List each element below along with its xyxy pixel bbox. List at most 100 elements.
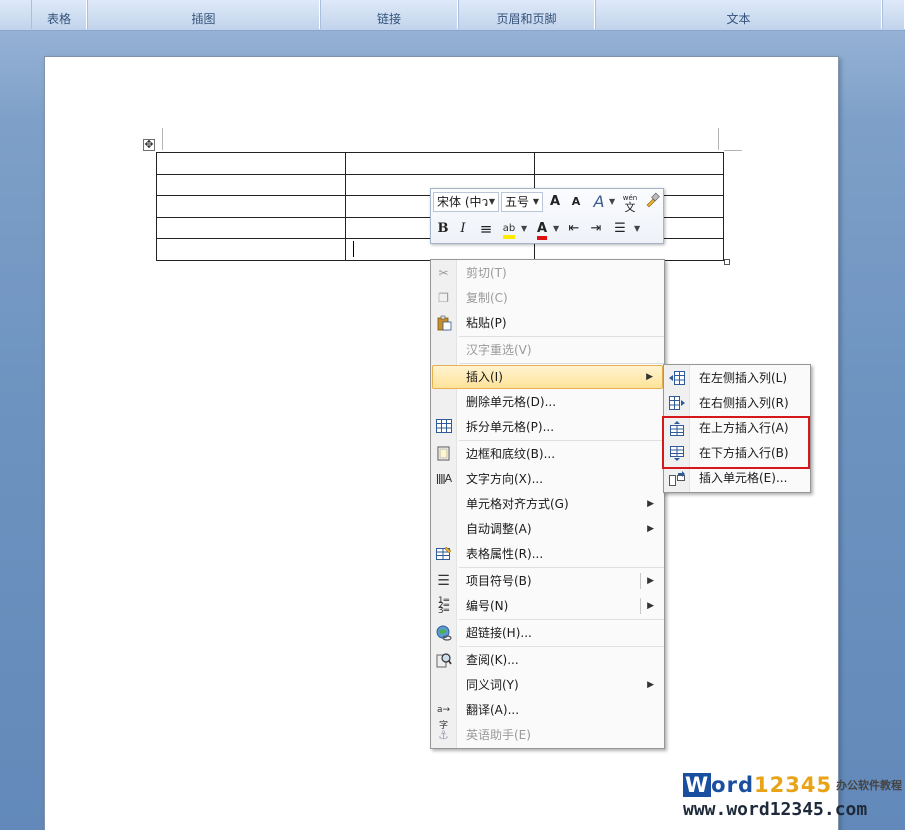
chevron-down-icon[interactable]: ▼ [521,219,527,239]
menu-item-label: 超链接(H)... [466,626,532,640]
menu-item-research[interactable]: 查阅(K)... [432,648,663,672]
italic-button[interactable]: I [455,219,471,239]
table-cell[interactable] [156,238,346,261]
format-painter-button[interactable] [643,192,661,212]
menu-item-label: 删除单元格(D)... [466,395,557,409]
menu-item-autofit[interactable]: 自动调整(A) ▶ [432,517,663,541]
submenu-arrow-icon: ▶ [646,372,653,382]
watermark-logo: Word12345 办公软件教程 [683,773,902,799]
brush-icon [646,192,660,208]
font-name-value: 宋体 (中ว [437,195,489,209]
menu-item-cut[interactable]: ✂ 剪切(T) [432,261,663,285]
submenu-item-insert-column-right[interactable]: 在右侧插入列(R) [665,391,809,416]
submenu-item-insert-cells[interactable]: 插入单元格(E)... [665,466,809,491]
submenu-item-label: 在右侧插入列(R) [699,396,789,410]
table-cell[interactable] [156,195,346,218]
ribbon-group-bar: 表格 插图 链接 页眉和页脚 文本 [0,0,905,31]
menu-item-delete-cells[interactable]: 删除单元格(D)... [432,390,663,414]
chevron-down-icon[interactable]: ▼ [609,192,615,212]
table-move-handle-icon[interactable]: ✥ [143,139,155,151]
table-resize-handle[interactable] [724,259,730,265]
table-cell[interactable] [156,152,346,175]
table-properties-icon [435,546,452,562]
menu-item-cell-alignment[interactable]: 单元格对齐方式(G) ▶ [432,492,663,516]
submenu-arrow-icon[interactable]: ▶ [647,569,654,593]
highlight-icon: ab [502,223,516,239]
menu-item-reconversion[interactable]: 汉字重选(V) [432,338,663,362]
split-cells-icon [435,419,452,435]
split-button-divider [640,598,641,614]
hyperlink-icon [435,625,452,641]
ribbon-group-tables[interactable]: 表格 [31,0,87,29]
menu-item-table-properties[interactable]: 表格属性(R)... [432,542,663,566]
bullets-icon: ☰ [437,573,450,589]
bold-button[interactable]: B [435,219,451,239]
translate-icon: a→字 [436,705,451,731]
submenu-arrow-icon: ▶ [647,499,654,509]
phonetic-guide-icon: wén 文 [623,194,637,214]
menu-item-split-cells[interactable]: 拆分单元格(P)... [432,415,663,439]
menu-item-label: 单元格对齐方式(G) [466,497,569,511]
font-name-combo[interactable]: 宋体 (中ว ▼ [433,192,499,212]
insert-column-right-icon [669,396,685,411]
highlight-annotation-box [662,416,810,469]
submenu-arrow-icon: ▶ [647,524,654,534]
menu-item-text-direction[interactable]: ǁǁA 文字方向(X)... [432,467,663,491]
highlight-button[interactable]: ab [499,219,519,239]
menu-separator [459,646,664,647]
english-assistant-icon: ⚓ [438,728,449,742]
menu-item-borders-shading[interactable]: 边框和底纹(B)... [432,442,663,466]
margin-corner-mark [724,150,742,151]
split-button-divider [640,573,641,589]
menu-item-label: 表格属性(R)... [466,547,544,561]
menu-item-label: 拆分单元格(P)... [466,420,555,434]
menu-item-copy[interactable]: ❐ 复制(C) [432,286,663,310]
menu-item-hyperlink[interactable]: 超链接(H)... [432,621,663,645]
mini-toolbar: 宋体 (中ว ▼ 五号 ▼ A A A ▼ wén 文 B I ≡ ab ▼ A… [430,188,664,244]
increase-indent-button[interactable]: ⇥ [587,219,605,239]
paste-icon [435,315,452,331]
menu-item-paste[interactable]: 粘贴(P) [432,311,663,335]
menu-item-english-assistant[interactable]: ⚓ 英语助手(E) [432,723,663,747]
shrink-font-button[interactable]: A [567,192,585,212]
chevron-down-icon[interactable]: ▼ [634,219,640,239]
table-cell[interactable] [534,152,724,175]
menu-item-synonyms[interactable]: 同义词(Y) ▶ [432,673,663,697]
research-icon [435,652,452,668]
numbering-icon: 1═ 2═ 3═ [437,596,450,616]
table-cell[interactable] [156,216,346,240]
table-cell[interactable] [345,152,535,175]
menu-item-bullets[interactable]: ☰ 项目符号(B) ▶ [432,569,663,593]
watermark-tagline: 办公软件教程 [836,779,903,792]
submenu-item-insert-column-left[interactable]: 在左侧插入列(L) [665,366,809,391]
menu-separator [459,336,664,337]
watermark-logo-ord: ord [711,773,754,797]
menu-separator [459,440,664,441]
ribbon-group-illustrations[interactable]: 插图 [87,0,320,29]
menu-item-label: 编号(N) [466,599,509,613]
decrease-indent-button[interactable]: ⇤ [565,219,583,239]
menu-item-label: 项目符号(B) [466,574,532,588]
table-row [156,152,724,175]
watermark-logo-number: 12345 [754,773,833,797]
ribbon-group-links[interactable]: 链接 [320,0,458,29]
font-color-button[interactable]: A [533,219,551,240]
phonetic-guide-button[interactable]: wén 文 [619,192,641,214]
menu-separator [459,363,664,364]
menu-item-translate[interactable]: a→字 翻译(A)... [432,698,663,731]
menu-separator [459,567,664,568]
menu-item-numbering[interactable]: 1═ 2═ 3═ 编号(N) ▶ [432,594,663,618]
bullets-button[interactable]: ☰ [611,219,629,239]
table-cell[interactable] [156,173,346,197]
chevron-down-icon[interactable]: ▼ [553,219,559,239]
ribbon-group-text[interactable]: 文本 [595,0,882,29]
scissors-icon: ✂ [438,266,449,280]
margin-corner-mark [718,128,719,150]
grow-font-button[interactable]: A [545,192,565,212]
font-size-combo[interactable]: 五号 ▼ [501,192,543,212]
center-align-button[interactable]: ≡ [477,219,495,239]
styles-button[interactable]: A [589,192,609,212]
submenu-arrow-icon[interactable]: ▶ [647,594,654,618]
ribbon-group-header-footer[interactable]: 页眉和页脚 [458,0,595,29]
menu-item-insert[interactable]: 插入(I) ▶ [432,365,663,389]
